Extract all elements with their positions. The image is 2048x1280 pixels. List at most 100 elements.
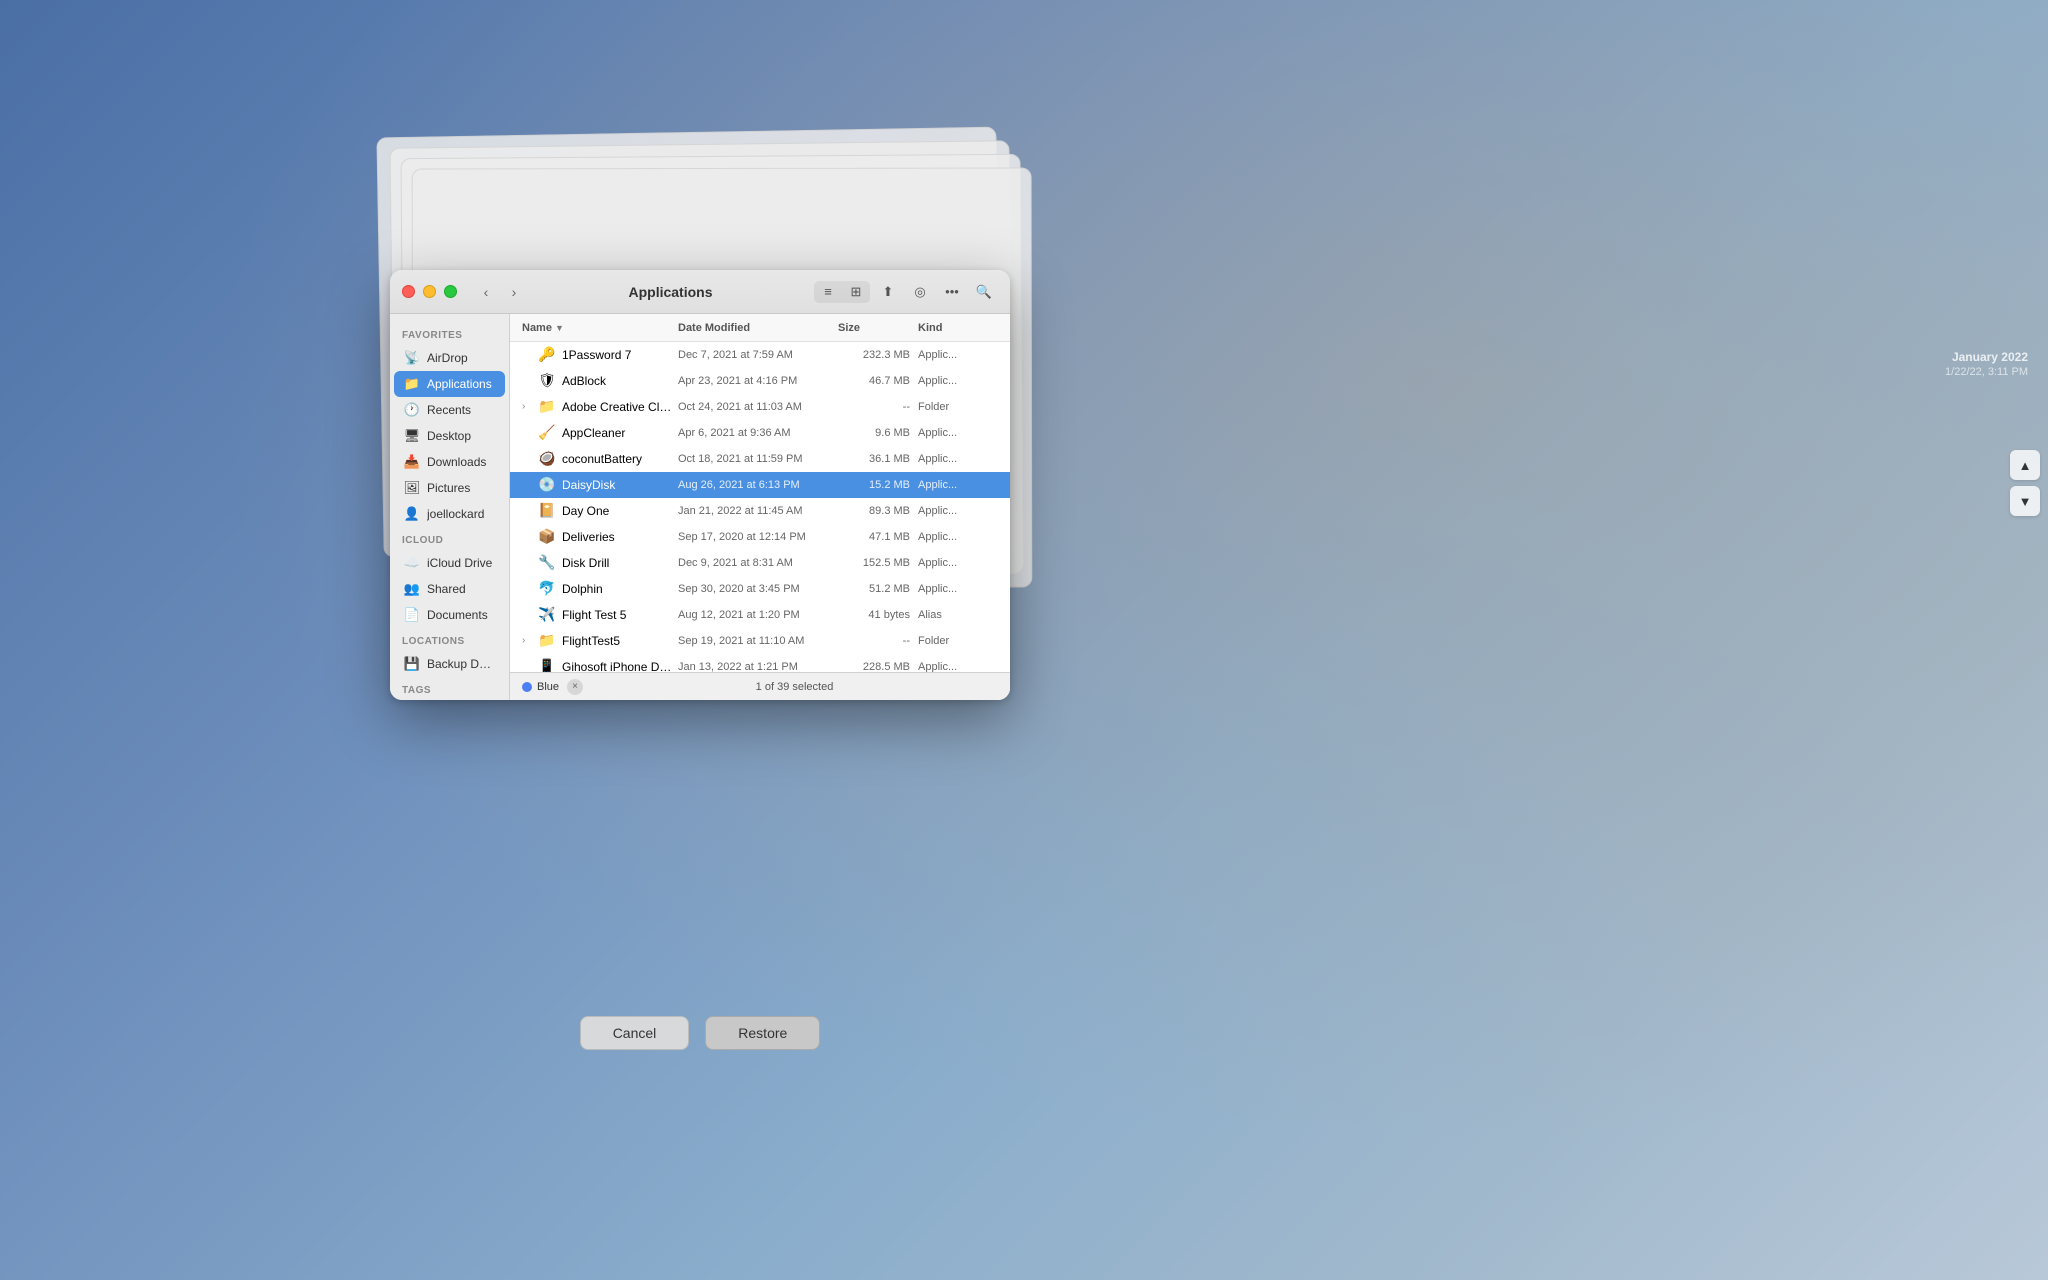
file-row[interactable]: 🛡AdBlockApr 23, 2021 at 4:16 PM46.7 MBAp… bbox=[510, 368, 1010, 394]
cancel-button[interactable]: Cancel bbox=[580, 1016, 690, 1050]
file-size: 9.6 MB bbox=[838, 427, 918, 439]
sidebar-item-desktop[interactable]: 🖥 Desktop bbox=[394, 423, 505, 449]
col-header-date[interactable]: Date Modified bbox=[678, 322, 838, 334]
sidebar-item-applications[interactable]: 📁 Applications bbox=[394, 371, 505, 397]
sidebar-item-documents-label: Documents bbox=[427, 608, 488, 622]
tag-icon: ◎ bbox=[914, 284, 925, 300]
file-size: 228.5 MB bbox=[838, 661, 918, 673]
sidebar-item-shared-label: Shared bbox=[427, 582, 466, 596]
col-header-kind[interactable]: Kind bbox=[918, 322, 998, 334]
expand-chevron-icon: › bbox=[522, 635, 534, 646]
file-row[interactable]: 💿DaisyDiskAug 26, 2021 at 6:13 PM15.2 MB… bbox=[510, 472, 1010, 498]
file-kind: Applic... bbox=[918, 557, 998, 569]
col-header-size[interactable]: Size bbox=[838, 322, 918, 334]
file-date: Sep 17, 2020 at 12:14 PM bbox=[678, 531, 838, 543]
file-size: 36.1 MB bbox=[838, 453, 918, 465]
file-name: Deliveries bbox=[562, 530, 678, 544]
file-row[interactable]: 📦DeliveriesSep 17, 2020 at 12:14 PM47.1 … bbox=[510, 524, 1010, 550]
file-date: Apr 6, 2021 at 9:36 AM bbox=[678, 427, 838, 439]
file-size: 46.7 MB bbox=[838, 375, 918, 387]
file-date: Jan 21, 2022 at 11:45 AM bbox=[678, 505, 838, 517]
file-kind: Alias bbox=[918, 609, 998, 621]
minimize-button[interactable] bbox=[423, 285, 436, 298]
file-name: Disk Drill bbox=[562, 556, 678, 570]
airdrop-icon: 📡 bbox=[404, 350, 420, 366]
file-row[interactable]: 🐬DolphinSep 30, 2020 at 3:45 PM51.2 MBAp… bbox=[510, 576, 1010, 602]
status-tag-close[interactable]: × bbox=[567, 679, 583, 695]
file-kind: Applic... bbox=[918, 479, 998, 491]
sidebar-item-joellockard[interactable]: 👤 joellockard bbox=[394, 501, 505, 527]
grid-view-button[interactable]: ⊞ bbox=[842, 281, 870, 303]
restore-button[interactable]: Restore bbox=[705, 1016, 820, 1050]
list-view-button[interactable]: ≡ bbox=[814, 281, 842, 303]
file-kind: Applic... bbox=[918, 583, 998, 595]
time-label: 1/22/22, 3:11 PM bbox=[1945, 366, 2028, 378]
blue-tag-dot bbox=[522, 682, 532, 692]
file-name: FlightTest5 bbox=[562, 634, 678, 648]
file-date: Oct 24, 2021 at 11:03 AM bbox=[678, 401, 838, 413]
file-size: -- bbox=[838, 635, 918, 647]
file-date: Sep 19, 2021 at 11:10 AM bbox=[678, 635, 838, 647]
tag-button[interactable]: ◎ bbox=[906, 281, 934, 303]
file-name: AppCleaner bbox=[562, 426, 678, 440]
more-icon: ••• bbox=[945, 284, 959, 299]
sidebar-item-documents[interactable]: 📄 Documents bbox=[394, 602, 505, 628]
col-header-name[interactable]: Name ▼ bbox=[522, 322, 678, 334]
file-icon: ✈️ bbox=[538, 606, 556, 624]
maximize-button[interactable] bbox=[444, 285, 457, 298]
sidebar-item-shared[interactable]: 👥 Shared bbox=[394, 576, 505, 602]
search-button[interactable]: 🔍 bbox=[970, 281, 998, 303]
sidebar-item-downloads-label: Downloads bbox=[427, 455, 486, 469]
date-label: January 2022 bbox=[1952, 350, 2028, 364]
file-icon: 📦 bbox=[538, 528, 556, 546]
status-bar: Blue × 1 of 39 selected bbox=[510, 672, 1010, 700]
file-size: 89.3 MB bbox=[838, 505, 918, 517]
list-view-icon: ≡ bbox=[824, 284, 832, 299]
file-name: Gihosoft iPhone Data Recovery bbox=[562, 660, 678, 673]
file-row[interactable]: 🥥coconutBatteryOct 18, 2021 at 11:59 PM3… bbox=[510, 446, 1010, 472]
file-kind: Applic... bbox=[918, 505, 998, 517]
back-button[interactable]: ‹ bbox=[473, 281, 499, 303]
file-row[interactable]: 🔧Disk DrillDec 9, 2021 at 8:31 AM152.5 M… bbox=[510, 550, 1010, 576]
view-toggle: ≡ ⊞ bbox=[814, 281, 870, 303]
user-icon: 👤 bbox=[404, 506, 420, 522]
button-row: Cancel Restore bbox=[390, 1016, 1010, 1050]
sidebar-item-airdrop[interactable]: 📡 AirDrop bbox=[394, 345, 505, 371]
window-body: Favorites 📡 AirDrop 📁 Applications 🕐 Rec… bbox=[390, 314, 1010, 700]
forward-button[interactable]: › bbox=[501, 281, 527, 303]
right-panel: January 2022 1/22/22, 3:11 PM bbox=[1945, 350, 2028, 378]
file-row[interactable]: 🧹AppCleanerApr 6, 2021 at 9:36 AM9.6 MBA… bbox=[510, 420, 1010, 446]
sidebar-item-downloads[interactable]: 📥 Downloads bbox=[394, 449, 505, 475]
file-name: AdBlock bbox=[562, 374, 678, 388]
file-size: 15.2 MB bbox=[838, 479, 918, 491]
file-row[interactable]: ›📁FlightTest5Sep 19, 2021 at 11:10 AM--F… bbox=[510, 628, 1010, 654]
share-button[interactable]: ⬆ bbox=[874, 281, 902, 303]
sidebar-item-icloud-drive[interactable]: ☁️ iCloud Drive bbox=[394, 550, 505, 576]
file-date: Oct 18, 2021 at 11:59 PM bbox=[678, 453, 838, 465]
file-row[interactable]: ✈️Flight Test 5Aug 12, 2021 at 1:20 PM41… bbox=[510, 602, 1010, 628]
file-kind: Applic... bbox=[918, 531, 998, 543]
file-kind: Applic... bbox=[918, 427, 998, 439]
nav-down-button[interactable]: ▼ bbox=[2010, 486, 2040, 516]
pictures-icon: 🖼 bbox=[404, 480, 420, 496]
expand-chevron-icon: › bbox=[522, 401, 534, 412]
close-button[interactable] bbox=[402, 285, 415, 298]
file-icon: 📁 bbox=[538, 398, 556, 416]
locations-header: Locations bbox=[390, 628, 509, 651]
nav-up-button[interactable]: ▲ bbox=[2010, 450, 2040, 480]
sidebar-item-pictures[interactable]: 🖼 Pictures bbox=[394, 475, 505, 501]
file-icon: 📔 bbox=[538, 502, 556, 520]
more-button[interactable]: ••• bbox=[938, 281, 966, 303]
backup-drive-icon: 💾 bbox=[404, 656, 420, 672]
column-headers: Name ▼ Date Modified Size Kind bbox=[510, 314, 1010, 342]
file-icon: 🥥 bbox=[538, 450, 556, 468]
file-row[interactable]: 📱Gihosoft iPhone Data RecoveryJan 13, 20… bbox=[510, 654, 1010, 672]
sidebar-item-recents[interactable]: 🕐 Recents bbox=[394, 397, 505, 423]
sidebar-item-backup-drive[interactable]: 💾 Backup Drive bbox=[394, 651, 505, 677]
recents-icon: 🕐 bbox=[404, 402, 420, 418]
status-selected-count: 1 of 39 selected bbox=[591, 681, 998, 693]
nav-buttons: ‹ › bbox=[473, 281, 527, 303]
file-row[interactable]: 🔑1Password 7Dec 7, 2021 at 7:59 AM232.3 … bbox=[510, 342, 1010, 368]
file-row[interactable]: 📔Day OneJan 21, 2022 at 11:45 AM89.3 MBA… bbox=[510, 498, 1010, 524]
file-row[interactable]: ›📁Adobe Creative CloudOct 24, 2021 at 11… bbox=[510, 394, 1010, 420]
